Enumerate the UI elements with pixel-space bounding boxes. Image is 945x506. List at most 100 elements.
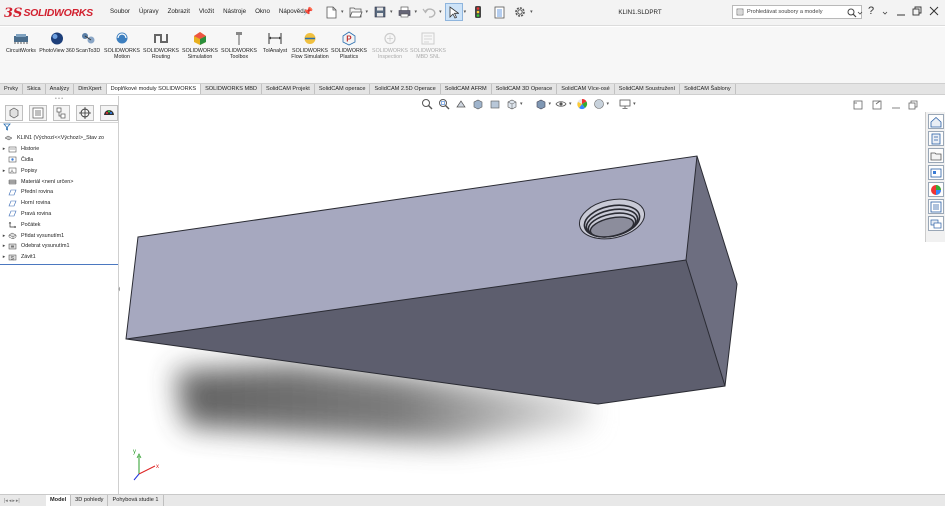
search-icon[interactable] xyxy=(847,8,857,18)
last-tab-icon[interactable]: ▸| xyxy=(16,498,20,504)
expand-arrow-icon[interactable]: ▸ xyxy=(0,168,8,174)
menu-tools[interactable]: Nástroje xyxy=(223,8,246,15)
file-properties-button[interactable] xyxy=(490,3,508,21)
print-button[interactable] xyxy=(396,3,414,21)
tab-sketch[interactable]: Skica xyxy=(23,84,46,94)
tree-item[interactable]: Horní rovina xyxy=(0,198,118,209)
chevron-down-icon[interactable]: ▾ xyxy=(366,9,369,15)
inspection-button[interactable]: SOLIDWORKS Inspection xyxy=(370,31,410,60)
tab-3d-views[interactable]: 3D pohledy xyxy=(71,495,109,506)
select-button[interactable] xyxy=(444,3,463,21)
chevron-down-icon[interactable]: ▾ xyxy=(530,9,533,15)
tree-item[interactable]: Čidla xyxy=(0,155,118,166)
chevron-down-icon[interactable] xyxy=(882,10,888,16)
tab-solidcam-project[interactable]: SolidCAM Projekt xyxy=(262,84,315,94)
tab-scroll-buttons[interactable]: |◂ ◂ ▸ ▸| xyxy=(0,495,46,506)
open-button[interactable] xyxy=(347,3,365,21)
rollback-bar[interactable] xyxy=(0,263,118,265)
expand-arrow-icon[interactable]: ▸ xyxy=(0,254,8,260)
chevron-down-icon[interactable]: ▾ xyxy=(464,9,467,15)
tab-solidcam-turning[interactable]: SolidCAM Soustružení xyxy=(615,84,681,94)
tab-evaluate[interactable]: Analýzy xyxy=(46,84,75,94)
tree-item[interactable]: Pravá rovina xyxy=(0,209,118,220)
tree-item[interactable]: ▸ Přidat vysunutím1 xyxy=(0,230,118,241)
toolbox-button[interactable]: SOLIDWORKS Toolbox xyxy=(219,31,259,60)
menu-file[interactable]: Soubor xyxy=(110,8,130,15)
chevron-down-icon[interactable]: ▾ xyxy=(341,9,344,15)
solidworks-resources-tab[interactable] xyxy=(928,114,944,129)
new-document-button[interactable] xyxy=(322,3,340,21)
chevron-down-icon[interactable]: ▾ xyxy=(390,9,393,15)
undo-button[interactable] xyxy=(420,3,438,21)
search-input[interactable] xyxy=(747,9,847,15)
tree-filter[interactable] xyxy=(0,123,118,133)
motion-button[interactable]: SOLIDWORKS Motion xyxy=(102,31,142,60)
save-button[interactable] xyxy=(371,3,389,21)
appearances-tab[interactable] xyxy=(928,182,944,197)
tab-model[interactable]: Model xyxy=(46,495,72,506)
expand-arrow-icon[interactable]: ▸ xyxy=(0,243,8,249)
tab-features[interactable]: Prvky xyxy=(0,84,23,94)
menu-window[interactable]: Okno xyxy=(255,8,270,15)
search-box[interactable] xyxy=(732,5,862,19)
tab-solidworks-mbd[interactable]: SOLIDWORKS MBD xyxy=(201,84,262,94)
tab-solidworks-addins[interactable]: Doplňkové moduly SOLIDWORKS xyxy=(106,84,202,94)
tab-solidcam-3d[interactable]: SolidCAM 3D Operace xyxy=(492,84,558,94)
tree-item[interactable]: Počátek xyxy=(0,219,118,230)
panel-grip[interactable]: • • • xyxy=(0,96,118,103)
custom-properties-tab[interactable] xyxy=(928,199,944,214)
tab-feature-manager[interactable] xyxy=(5,104,23,121)
mbd-snl-button[interactable]: SOLIDWORKS MBD SNL xyxy=(408,31,448,60)
help-icon[interactable]: ? xyxy=(868,5,874,17)
restore-icon[interactable] xyxy=(912,6,922,16)
tab-display-manager[interactable] xyxy=(100,104,118,121)
expand-arrow-icon[interactable]: ▸ xyxy=(0,146,8,152)
tab-configuration-manager[interactable] xyxy=(52,104,71,121)
chevron-down-icon[interactable] xyxy=(857,10,863,16)
file-explorer-tab[interactable] xyxy=(928,148,944,163)
tree-item[interactable]: Materiál <není určen> xyxy=(0,176,118,187)
previous-tab-icon[interactable]: ◂ xyxy=(9,498,12,504)
graphics-area[interactable]: ▾ ▾ ▾ ▾ ▾ y x xyxy=(120,96,925,494)
tree-item[interactable]: ▸ Odebrat vysunutím1 xyxy=(0,241,118,252)
part-model-canvas[interactable]: y x xyxy=(120,96,925,494)
tree-item[interactable]: Přední rovina xyxy=(0,187,118,198)
tab-property-manager[interactable] xyxy=(28,104,47,121)
next-tab-icon[interactable]: ▸ xyxy=(12,498,15,504)
tab-solidcam-operations[interactable]: SolidCAM operace xyxy=(315,84,371,94)
tree-item[interactable]: ▸ Závit1 xyxy=(0,252,118,263)
design-library-tab[interactable] xyxy=(928,131,944,146)
tab-dimxpert[interactable]: DimXpert xyxy=(74,84,107,94)
tab-solidcam-25d[interactable]: SolidCAM 2.5D Operace xyxy=(370,84,441,94)
minimize-icon[interactable] xyxy=(896,7,906,17)
simulation-button[interactable]: SOLIDWORKS Simulation xyxy=(180,31,220,60)
solidworks-logo[interactable]: 3S SOLIDWORKS xyxy=(4,4,93,22)
forum-tab[interactable] xyxy=(928,216,944,231)
tree-item[interactable]: ▸ A Popisy xyxy=(0,165,118,176)
pin-icon[interactable]: 📌 xyxy=(303,7,313,16)
chevron-down-icon[interactable]: ▾ xyxy=(439,9,442,15)
menu-view[interactable]: Zobrazit xyxy=(168,8,190,15)
tolanalyst-button[interactable]: TolAnalyst xyxy=(255,31,295,54)
routing-button[interactable]: SOLIDWORKS Routing xyxy=(141,31,181,60)
expand-arrow-icon[interactable]: ▸ xyxy=(0,233,8,239)
menu-edit[interactable]: Úpravy xyxy=(139,8,159,15)
plastics-button[interactable]: P SOLIDWORKS Plastics xyxy=(329,31,369,60)
circuitworks-button[interactable]: CircuitWorks xyxy=(1,31,41,54)
tab-solidcam-templates[interactable]: SolidCAM Šablony xyxy=(680,84,736,94)
flow-simulation-button[interactable]: SOLIDWORKS Flow Simulation xyxy=(290,31,330,60)
tab-solidcam-multiaxis[interactable]: SolidCAM Více-osé xyxy=(557,84,615,94)
tree-item[interactable]: ▸ Historie xyxy=(0,144,118,155)
close-icon[interactable] xyxy=(929,6,939,16)
tab-motion-study[interactable]: Pohybová studie 1 xyxy=(108,495,164,506)
first-tab-icon[interactable]: |◂ xyxy=(4,498,8,504)
tab-dimxpert-manager[interactable] xyxy=(76,104,95,121)
chevron-down-icon[interactable]: ▾ xyxy=(415,9,418,15)
routing-label: SOLIDWORKS Routing xyxy=(143,48,179,60)
view-palette-tab[interactable] xyxy=(928,165,944,180)
tree-root-part[interactable]: KLIN1 (Výchozí<<Výchozí>_Stav zo xyxy=(0,133,118,144)
tab-solidcam-afrm[interactable]: SolidCAM AFRM xyxy=(441,84,492,94)
menu-insert[interactable]: Vložit xyxy=(199,8,214,15)
options-button[interactable] xyxy=(511,3,529,21)
rebuild-button[interactable] xyxy=(469,3,487,21)
